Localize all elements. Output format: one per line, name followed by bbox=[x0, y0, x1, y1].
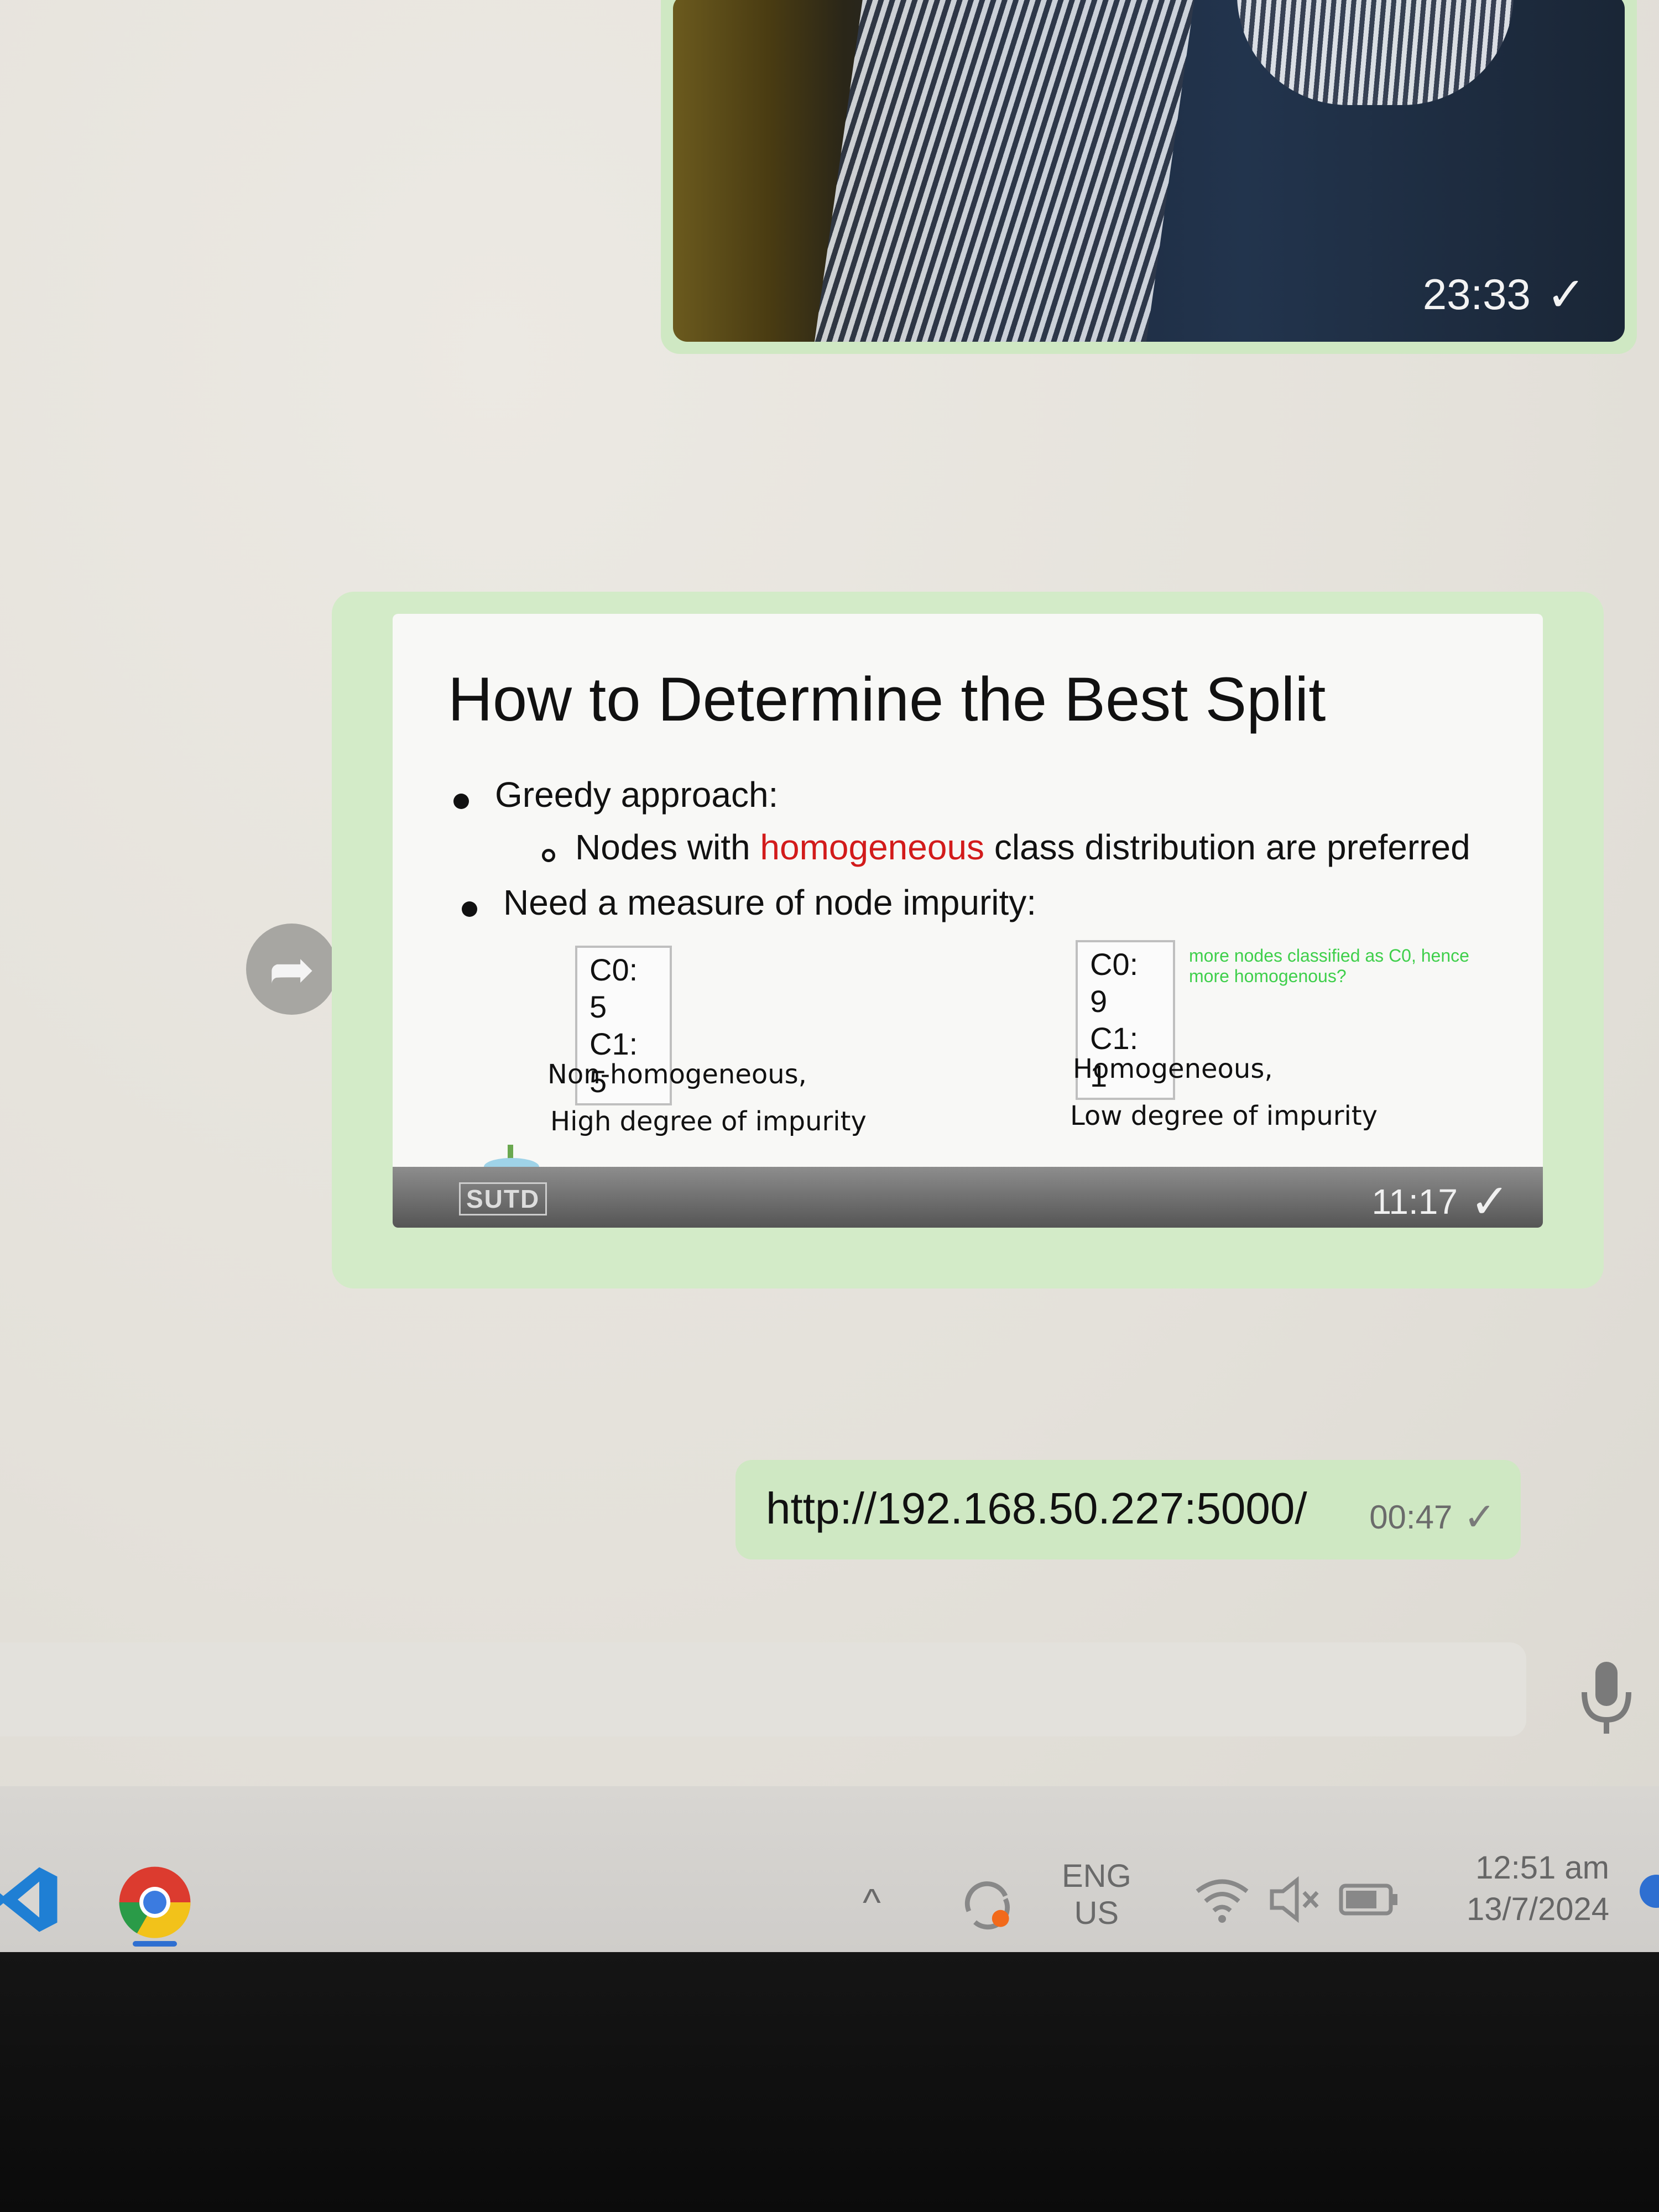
microphone-icon[interactable] bbox=[1576, 1659, 1637, 1736]
sub-bullet-pre: Nodes with bbox=[575, 827, 760, 867]
right-box-c0: C0: 9 bbox=[1090, 947, 1139, 1019]
link-timestamp: 00:47 bbox=[1369, 1498, 1453, 1536]
slide-message-meta: 11:17 ✓ bbox=[1372, 1178, 1510, 1225]
check-icon: ✓ bbox=[1463, 1495, 1496, 1538]
taskbar: ^ ENG US 12:51 am 13/7/2024 bbox=[0, 1786, 1659, 1952]
clock-time: 12:51 am bbox=[1475, 1850, 1609, 1886]
bullet-dot-icon bbox=[462, 901, 477, 917]
chevron-up-icon[interactable]: ^ bbox=[863, 1880, 881, 1925]
link-message-bubble[interactable]: http://192.168.50.227:5000/ 00:47 ✓ bbox=[735, 1460, 1521, 1559]
handwritten-annotation: more nodes classified as C0, hence more … bbox=[1189, 946, 1469, 986]
photo-image[interactable]: 23:33 ✓ bbox=[673, 0, 1625, 342]
forward-arrow-icon: ➦ bbox=[268, 938, 315, 1000]
sub-bullet-homogeneous: Nodes with homogeneous class distributio… bbox=[575, 827, 1470, 868]
monitor-bezel bbox=[0, 1952, 1659, 2212]
chrome-icon[interactable] bbox=[116, 1864, 194, 1941]
sub-bullet-post: class distribution are preferred bbox=[984, 827, 1470, 867]
message-link[interactable]: http://192.168.50.227:5000/ bbox=[766, 1483, 1307, 1534]
left-caption-1: Non-homogeneous, bbox=[547, 1059, 807, 1090]
photo-shirt bbox=[814, 0, 1196, 342]
slide-message-bubble[interactable]: How to Determine the Best Split Greedy a… bbox=[332, 592, 1604, 1288]
slide-timestamp: 11:17 bbox=[1371, 1182, 1458, 1222]
active-app-indicator bbox=[133, 1941, 177, 1947]
check-icon: ✓ bbox=[1469, 1175, 1510, 1228]
forward-button[interactable]: ➦ bbox=[246, 924, 337, 1015]
language-indicator[interactable]: ENG US bbox=[1062, 1858, 1131, 1932]
slide-footer: SUTD 11:17 ✓ bbox=[393, 1167, 1543, 1228]
language-line-2: US bbox=[1074, 1895, 1119, 1931]
system-clock[interactable]: 12:51 am 13/7/2024 bbox=[1427, 1847, 1609, 1931]
wifi-icon[interactable] bbox=[1194, 1875, 1250, 1924]
left-box-c0: C0: 5 bbox=[589, 952, 638, 1025]
volume-muted-icon[interactable] bbox=[1266, 1875, 1322, 1924]
language-line-1: ENG bbox=[1062, 1858, 1131, 1894]
right-caption-2: Low degree of impurity bbox=[1070, 1100, 1378, 1131]
photo-timestamp: 23:33 bbox=[1422, 270, 1531, 319]
chat-area: 23:33 ✓ ➦ How to Determine the Best Spli… bbox=[0, 0, 1659, 1786]
battery-icon[interactable] bbox=[1338, 1880, 1399, 1919]
sub-bullet-highlight: homogeneous bbox=[760, 827, 985, 867]
bullet-dot-icon bbox=[453, 794, 469, 809]
photo-message-bubble[interactable]: 23:33 ✓ bbox=[661, 0, 1637, 354]
sub-bullet-circle-icon bbox=[542, 849, 555, 862]
notification-icon[interactable] bbox=[1640, 1875, 1659, 1908]
photo-meta: 23:33 ✓ bbox=[1423, 269, 1586, 320]
left-caption-2: High degree of impurity bbox=[550, 1106, 867, 1137]
sutd-logo: SUTD bbox=[459, 1182, 547, 1215]
bullet-impurity: Need a measure of node impurity: bbox=[503, 883, 1037, 922]
link-message-meta: 00:47 ✓ bbox=[1369, 1498, 1496, 1536]
slide-title: How to Determine the Best Split bbox=[448, 665, 1326, 734]
slide-image[interactable]: How to Determine the Best Split Greedy a… bbox=[393, 614, 1543, 1228]
vscode-icon[interactable] bbox=[0, 1864, 61, 1936]
bullet-greedy: Greedy approach: bbox=[495, 775, 779, 815]
photo-collar bbox=[1237, 0, 1514, 105]
sync-icon[interactable] bbox=[957, 1875, 1018, 1936]
check-icon: ✓ bbox=[1546, 268, 1586, 321]
right-caption-1: Homogeneous, bbox=[1073, 1053, 1273, 1084]
message-input[interactable] bbox=[0, 1642, 1526, 1736]
clock-date: 13/7/2024 bbox=[1466, 1891, 1609, 1928]
